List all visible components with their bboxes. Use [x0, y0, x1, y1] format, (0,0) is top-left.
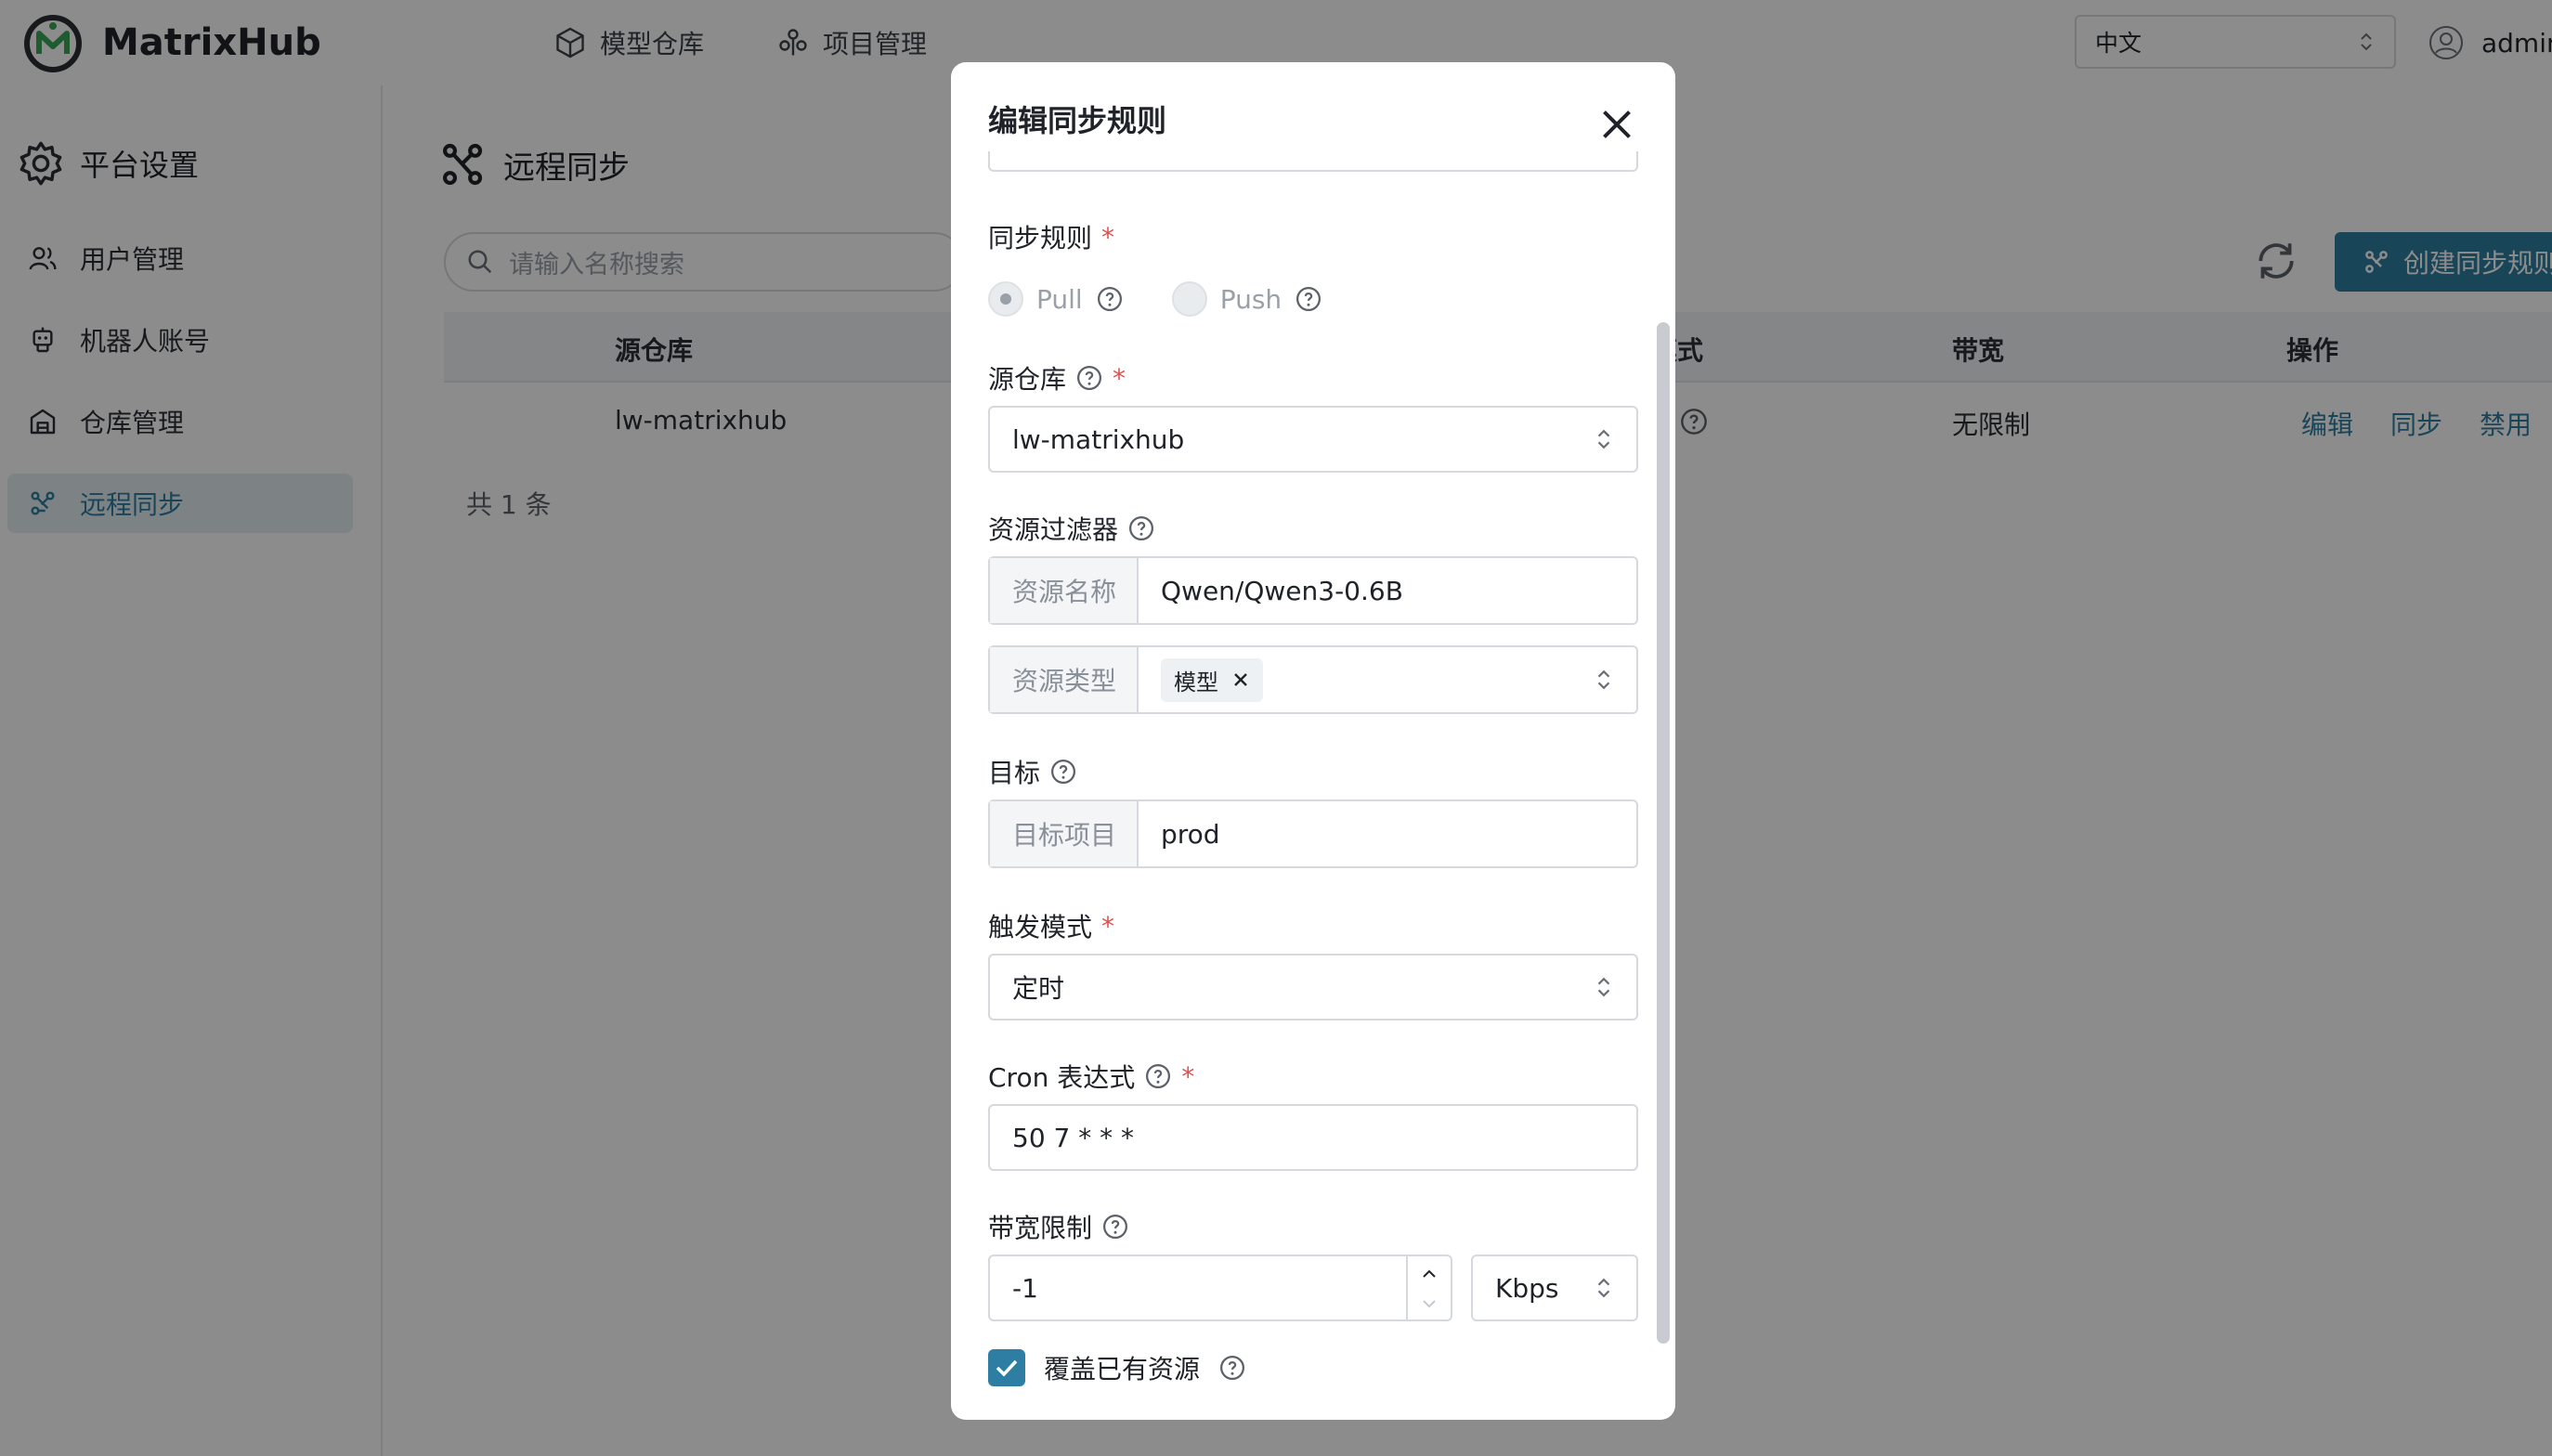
stepper-divider: [1406, 1256, 1408, 1320]
pull-label: Pull: [1036, 283, 1083, 315]
bandwidth-value: -1: [1012, 1273, 1038, 1304]
cron-label: Cron 表达式 *: [988, 1060, 1195, 1094]
help-icon[interactable]: [1049, 758, 1077, 786]
trigger-mode-select[interactable]: 定时: [988, 954, 1638, 1020]
push-label: Push: [1219, 283, 1283, 315]
cron-input[interactable]: 50 7 * * *: [988, 1104, 1638, 1171]
target-project-addon: 目标项目: [990, 801, 1139, 866]
chevron-updown-icon: [1594, 666, 1614, 694]
source-repo-label: 源仓库 *: [988, 362, 1126, 396]
chevron-down-icon[interactable]: [1415, 1290, 1443, 1318]
source-repo-select[interactable]: lw-matrixhub: [988, 406, 1638, 473]
resource-name-addon: 资源名称: [990, 558, 1139, 623]
bandwidth-unit-select[interactable]: Kbps: [1471, 1254, 1638, 1321]
help-icon[interactable]: [1218, 1354, 1246, 1382]
overwrite-label: 覆盖已有资源: [1044, 1354, 1201, 1384]
page: MatrixHub 模型仓库 项目管理 中文 admin 平台设置 用户管理: [0, 0, 2552, 1456]
bandwidth-label: 带宽限制: [988, 1208, 1129, 1245]
tag-remove-icon[interactable]: [1231, 670, 1250, 689]
chevron-updown-icon: [1594, 425, 1614, 453]
sync-rule-label: 同步规则 *: [988, 221, 1115, 254]
resource-filter-label: 资源过滤器: [988, 510, 1155, 547]
overwrite-checkbox[interactable]: [988, 1349, 1025, 1386]
dialog-title: 编辑同步规则: [988, 103, 1167, 138]
resource-type-select[interactable]: 模型: [1139, 647, 1636, 712]
overwrite-row: 覆盖已有资源: [988, 1349, 1246, 1386]
resource-name-input[interactable]: Qwen/Qwen3-0.6B: [1139, 558, 1636, 623]
push-radio[interactable]: [1171, 281, 1207, 317]
resource-name-input-group: 资源名称 Qwen/Qwen3-0.6B: [988, 556, 1638, 625]
target-project-input-group: 目标项目 prod: [988, 800, 1638, 868]
trigger-mode-label: 触发模式 *: [988, 910, 1115, 943]
previous-field-edge: [988, 151, 1638, 172]
help-icon[interactable]: [1075, 364, 1103, 392]
chevron-updown-icon: [1594, 973, 1614, 1001]
chevron-updown-icon: [1594, 1274, 1614, 1302]
target-label: 目标: [988, 753, 1077, 790]
pull-radio[interactable]: [988, 281, 1023, 317]
bandwidth-number-input[interactable]: -1: [988, 1254, 1452, 1321]
dialog-scrollbar[interactable]: [1657, 322, 1670, 1344]
resource-type-input-group: 资源类型 模型: [988, 645, 1638, 714]
help-icon[interactable]: [1101, 1213, 1129, 1241]
type-tag: 模型: [1161, 657, 1263, 702]
chevron-up-icon[interactable]: [1415, 1260, 1443, 1288]
edit-sync-rule-dialog: 编辑同步规则 同步规则 * Pull Push 源仓库 * lw-matrixhu…: [951, 62, 1675, 1420]
help-icon[interactable]: [1295, 285, 1322, 313]
resource-type-addon: 资源类型: [990, 647, 1139, 712]
help-icon[interactable]: [1144, 1062, 1172, 1090]
help-icon[interactable]: [1127, 514, 1155, 542]
target-project-input[interactable]: prod: [1139, 801, 1636, 866]
sync-rule-radio-group: Pull Push: [988, 281, 1322, 317]
help-icon[interactable]: [1096, 285, 1124, 313]
close-icon[interactable]: [1592, 99, 1642, 150]
